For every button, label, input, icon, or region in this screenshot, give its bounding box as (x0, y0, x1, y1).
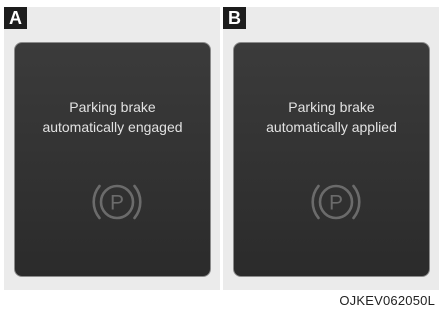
panel-label-badge: B (223, 7, 246, 29)
parking-brake-icon: P (92, 184, 142, 220)
message-line-2: automatically applied (266, 119, 397, 135)
cluster-display-screen: Parking brake automatically applied P (233, 42, 430, 277)
parking-brake-message: Parking brake automatically applied (234, 97, 429, 137)
parking-brake-letter: P (110, 192, 124, 215)
cluster-display-screen: Parking brake automatically engaged P (14, 42, 211, 277)
message-line-2: automatically engaged (42, 119, 183, 135)
panel-b: B Parking brake automatically applied P (223, 7, 439, 290)
figure-code-caption: OJKEV062050L (339, 293, 435, 308)
parking-brake-letter: P (329, 192, 343, 215)
parking-brake-icon: P (311, 184, 361, 220)
parking-brake-message: Parking brake automatically engaged (15, 97, 210, 137)
panel-a: A Parking brake automatically engaged P (4, 7, 220, 290)
panel-label-badge: A (4, 7, 27, 29)
message-line-1: Parking brake (69, 99, 156, 115)
message-line-1: Parking brake (288, 99, 375, 115)
